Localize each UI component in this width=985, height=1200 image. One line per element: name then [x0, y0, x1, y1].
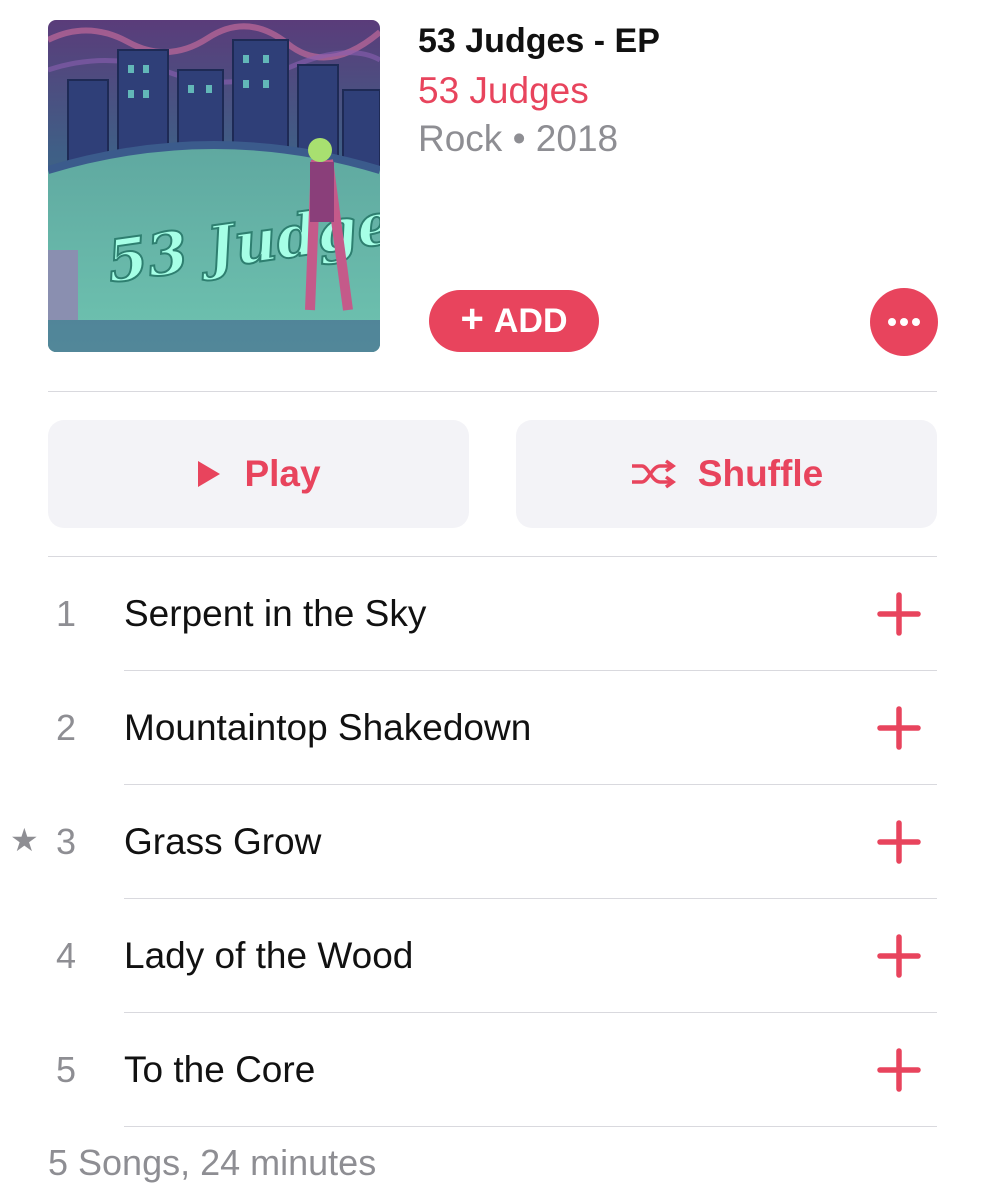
play-button[interactable]: Play [48, 420, 469, 528]
track-title: To the Core [124, 1049, 316, 1090]
add-track-icon[interactable] [876, 819, 922, 865]
track-row[interactable]: 5 To the Core [0, 1013, 985, 1127]
track-row[interactable]: 1 Serpent in the Sky [0, 557, 985, 671]
row-divider [124, 1126, 937, 1127]
shuffle-icon [631, 459, 676, 489]
track-number: 2 [55, 707, 77, 748]
track-title: Lady of the Wood [124, 935, 414, 976]
add-track-icon[interactable] [876, 591, 922, 637]
track-row[interactable]: 4 Lady of the Wood [0, 899, 985, 1013]
track-number: 3 [55, 821, 77, 862]
album-summary: 5 Songs, 24 minutes [48, 1142, 377, 1183]
header-divider [48, 391, 937, 392]
track-number: 4 [55, 935, 77, 976]
add-track-icon[interactable] [876, 1047, 922, 1093]
track-title: Serpent in the Sky [124, 593, 427, 634]
popular-star-icon: ★ [10, 822, 39, 858]
track-row[interactable]: 2 Mountaintop Shakedown [0, 671, 985, 785]
track-number: 5 [55, 1049, 77, 1090]
album-title: 53 Judges - EP [418, 22, 660, 60]
track-title: Grass Grow [124, 821, 322, 862]
play-button-label: Play [244, 453, 321, 494]
play-icon [198, 461, 221, 487]
more-button[interactable] [870, 288, 938, 356]
add-track-icon[interactable] [876, 705, 922, 751]
track-number: 1 [55, 593, 77, 634]
add-track-icon[interactable] [876, 933, 922, 979]
ellipsis-icon [888, 318, 920, 326]
add-button[interactable]: + ADD [429, 290, 599, 352]
add-button-label: ADD [493, 301, 568, 340]
plus-icon: + [460, 297, 484, 341]
shuffle-button[interactable]: Shuffle [516, 420, 937, 528]
shuffle-button-label: Shuffle [697, 453, 824, 494]
album-artwork-image: 53 Judges [48, 20, 380, 352]
artist-link[interactable]: 53 Judges [418, 70, 589, 112]
track-title: Mountaintop Shakedown [124, 707, 532, 748]
track-row[interactable]: ★ 3 Grass Grow [0, 785, 985, 899]
album-artwork[interactable]: 53 Judges [48, 20, 380, 352]
album-meta: Rock • 2018 [418, 118, 619, 159]
